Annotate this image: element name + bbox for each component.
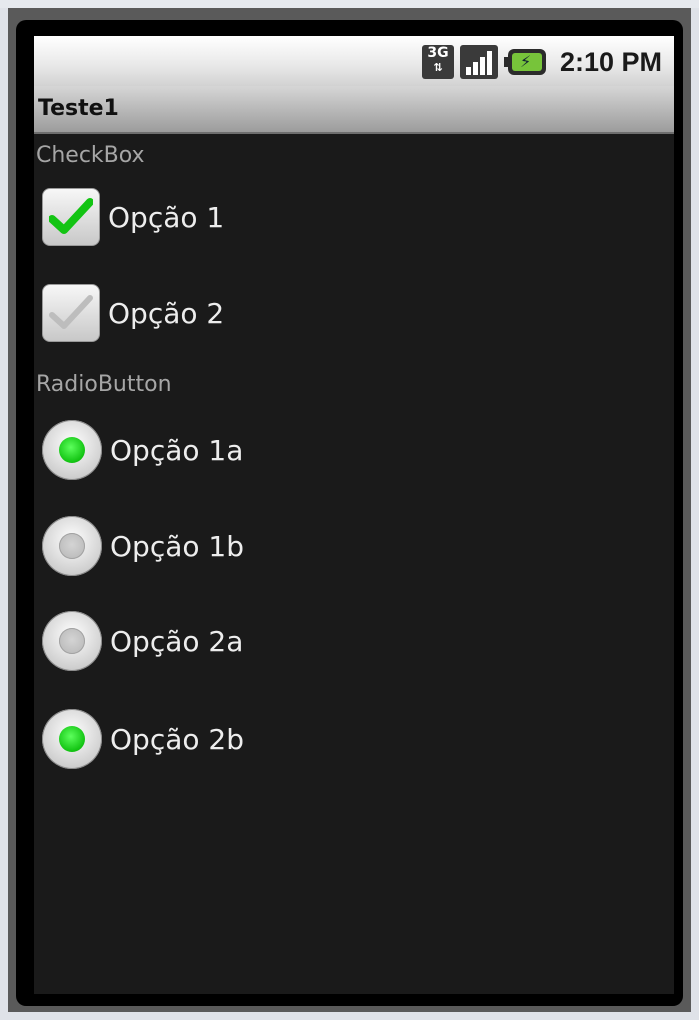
- checkbox-option-1[interactable]: Opção 1: [42, 187, 224, 247]
- radio-option-1b-label: Opção 1b: [110, 529, 244, 563]
- radio-unselected[interactable]: [42, 516, 102, 576]
- radio-unselected[interactable]: [42, 611, 102, 671]
- radio-option-1a-label: Opção 1a: [110, 433, 244, 467]
- checkbox-option-2-label: Opção 2: [108, 296, 225, 330]
- checkbox-unchecked[interactable]: [42, 284, 100, 342]
- network-type-label: 3G: [427, 45, 449, 61]
- status-time: 2:10 PM: [559, 46, 662, 77]
- radio-dot-icon: [59, 533, 85, 559]
- radio-dot-icon: [59, 437, 85, 463]
- checkbox-checked[interactable]: [42, 188, 100, 246]
- status-icons: 3G ⇅ ⚡ 2:10 PM: [421, 42, 662, 82]
- radio-option-1a[interactable]: Opção 1a: [42, 420, 243, 480]
- device-screen: 3G ⇅ ⚡ 2:10 PM Teste1 CheckBox Opção 1 O…: [34, 36, 674, 994]
- radio-selected[interactable]: [42, 709, 102, 769]
- radio-option-2a[interactable]: Opção 2a: [42, 611, 243, 671]
- checkbox-section-label: CheckBox: [36, 143, 145, 168]
- app-title-bar: Teste1: [34, 86, 674, 134]
- checkmark-icon: [49, 198, 93, 234]
- checkmark-faded-icon: [49, 295, 93, 329]
- signal-strength-icon: [459, 45, 498, 79]
- radio-option-2b-label: Opção 2b: [110, 722, 244, 756]
- radio-dot-icon: [59, 628, 85, 654]
- radio-selected[interactable]: [42, 420, 102, 480]
- battery-charging-icon: ⚡: [503, 49, 546, 75]
- window-background: [0, 0, 699, 8]
- radio-option-1b[interactable]: Opção 1b: [42, 516, 244, 576]
- status-bar: 3G ⇅ ⚡ 2:10 PM: [34, 36, 674, 86]
- checkbox-option-2[interactable]: Opção 2: [42, 283, 224, 343]
- app-title: Teste1: [38, 96, 119, 121]
- radio-option-2b[interactable]: Opção 2b: [42, 709, 244, 769]
- data-arrows-icon: ⇅: [433, 61, 443, 74]
- network-3g-icon: 3G ⇅: [421, 45, 454, 79]
- checkbox-option-1-label: Opção 1: [108, 200, 225, 234]
- radio-option-2a-label: Opção 2a: [110, 624, 244, 658]
- radio-dot-icon: [59, 726, 85, 752]
- radio-section-label: RadioButton: [36, 372, 172, 397]
